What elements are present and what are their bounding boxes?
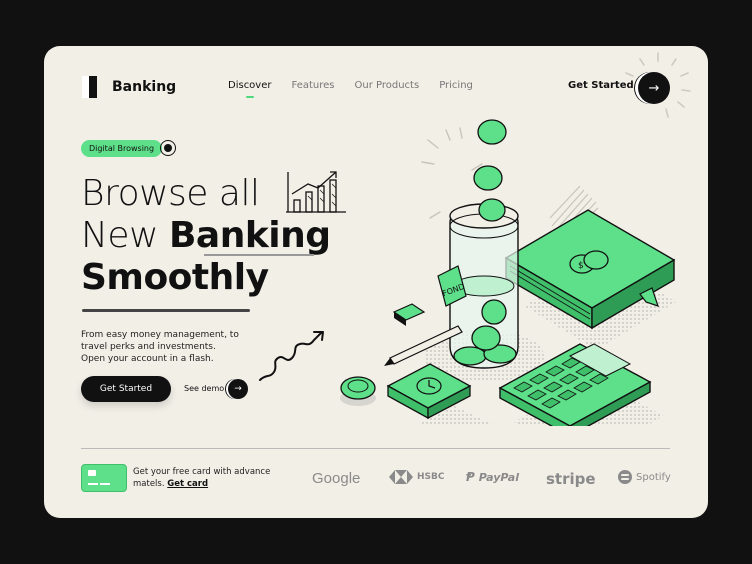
see-demo-link[interactable]: See demo (184, 384, 224, 393)
digital-browsing-badge: Digital Browsing (81, 140, 163, 157)
nav-item-discover[interactable]: Discover (228, 80, 272, 98)
headline-underline (82, 309, 250, 312)
spotify-logo-icon (618, 470, 632, 484)
brand-hsbc-text: HSBC (417, 472, 445, 482)
brand-stripe: stripe (546, 470, 596, 488)
banking-illustration: $ FOND (384, 119, 676, 426)
money-jar-icon: FOND (424, 203, 544, 382)
paypal-p-icon: Ᵽ (466, 470, 475, 484)
coin-icon (340, 376, 376, 406)
logo-text: Banking (112, 79, 177, 95)
headline-new: New (81, 215, 169, 256)
brand-google: Google (312, 470, 360, 487)
see-demo-arrow-button[interactable]: → (228, 379, 248, 399)
growth-bar-chart-icon (286, 171, 346, 213)
promo-text: Get your free card with advance matels. … (133, 466, 283, 490)
headline-accent-line (204, 254, 314, 256)
get-started-button[interactable]: Get Started (81, 376, 171, 402)
brand-hsbc: HSBC (389, 470, 444, 484)
record-dot-icon (160, 140, 176, 156)
green-book-icon: $ (504, 209, 676, 350)
brand-google-text: Google (312, 470, 361, 487)
brand-spotify: Spotify (618, 470, 671, 484)
footer-divider (81, 448, 670, 449)
main-nav: Discover Features Our Products Pricing (228, 80, 473, 98)
headline-line-3: Smoothly (81, 257, 269, 298)
nav-item-features[interactable]: Features (292, 80, 335, 91)
hero-description: From easy money management, to travel pe… (81, 330, 239, 364)
headline-line-2: New Banking (81, 216, 331, 256)
headline-line-1: Browse all (81, 173, 260, 214)
nav-item-pricing[interactable]: Pricing (439, 80, 473, 91)
arrow-right-icon: → (648, 80, 660, 96)
hsbc-hexagon-icon (389, 470, 413, 484)
mini-card-icon (392, 303, 426, 326)
logo[interactable]: Banking (82, 76, 176, 98)
logo-icon (82, 76, 104, 98)
header-get-started-link[interactable]: Get Started (568, 80, 634, 91)
get-card-link[interactable]: Get card (167, 479, 208, 489)
brand-paypal: Ᵽ PayPal (466, 470, 519, 484)
brand-spotify-text: Spotify (636, 471, 671, 483)
landing-card: Banking Discover Features Our Products P… (44, 46, 708, 518)
header-arrow-button[interactable]: → (638, 72, 670, 104)
coin-dollar-glyph: $ (578, 261, 584, 271)
nav-item-our-products[interactable]: Our Products (355, 80, 420, 91)
brand-paypal-text: PayPal (478, 470, 519, 484)
headline-banking: Banking (168, 215, 331, 256)
arrow-right-icon: → (234, 384, 242, 394)
credit-card-icon (81, 464, 127, 492)
squiggle-arrow-icon (259, 331, 324, 381)
brand-stripe-text: stripe (546, 470, 596, 488)
